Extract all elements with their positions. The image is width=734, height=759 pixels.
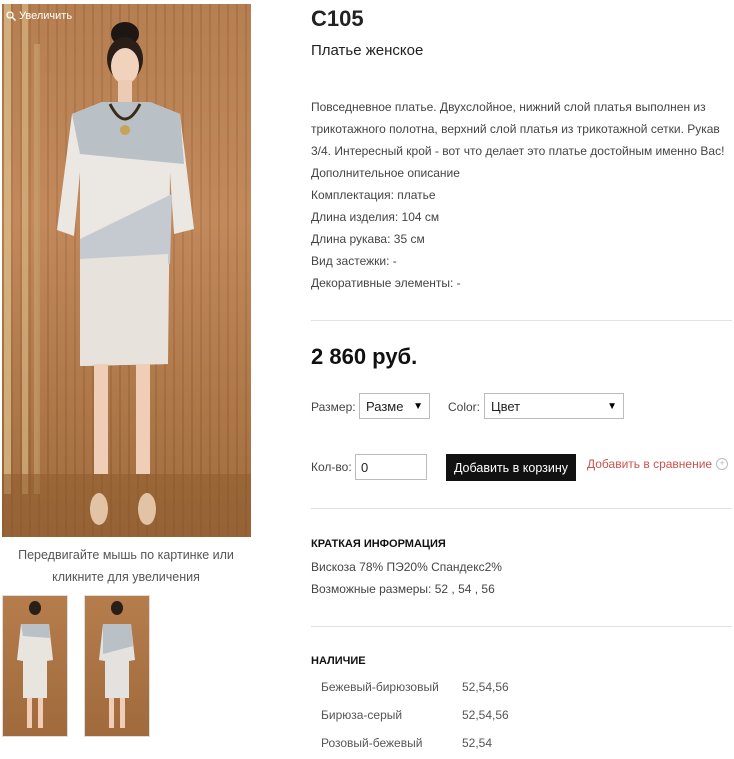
availability-sizes: 52,54 [462, 736, 493, 750]
dropdown-arrow-icon: ▼ [413, 400, 423, 412]
product-photo-illustration [2, 4, 251, 537]
availability-color: Бирюза-серый [321, 708, 403, 722]
description-line: Повседневное платье. Двухслойное, нижний… [311, 100, 706, 114]
description-line: трикотажного полотна, верхний слой плать… [311, 122, 720, 136]
divider [311, 508, 732, 509]
zoom-label: Увеличить [19, 10, 73, 22]
color-select[interactable]: Цвет ▼ [484, 393, 624, 419]
size-select-value: Разме [366, 398, 404, 414]
availability-title: НАЛИЧИЕ [311, 655, 366, 667]
divider [311, 626, 732, 627]
thumbnail-front-illustration [17, 601, 53, 728]
quantity-value: 0 [361, 459, 369, 475]
description-line: Вид застежки: - [311, 254, 397, 268]
short-info-composition: Вискоза 78% ПЭ20% Спандекс2% [311, 560, 502, 574]
product-price: 2 860 руб. [311, 344, 418, 369]
size-select[interactable]: Разме ▼ [359, 393, 430, 419]
product-name: Платье женское [311, 42, 424, 59]
size-label: Размер: [311, 400, 356, 414]
thumbnail-front[interactable] [2, 595, 68, 737]
color-select-value: Цвет [491, 398, 521, 414]
thumbnail-back[interactable] [84, 595, 150, 737]
plus-circle-icon: + [716, 458, 729, 470]
zoom-hint[interactable]: Увеличить [6, 10, 72, 22]
thumbnail-back-illustration [99, 601, 135, 728]
description-line: 3/4. Интересный крой - вот что делает эт… [311, 144, 725, 158]
description-line: Дополнительное описание [311, 166, 460, 180]
quantity-label: Кол-во: [311, 460, 352, 474]
availability-color: Бежевый-бирюзовый [321, 680, 439, 694]
add-to-compare-link[interactable]: Добавить в сравнение + [587, 457, 729, 471]
product-sku: С105 [311, 6, 364, 31]
product-description: Повседневное платье. Двухслойное, нижний… [311, 96, 733, 294]
description-line: Комплектация: платье [311, 188, 436, 202]
add-to-cart-button[interactable]: Добавить в корзину [446, 454, 576, 481]
availability-color: Розовый-бежевый [321, 736, 423, 750]
availability-sizes: 52,54,56 [462, 708, 509, 722]
short-info-sizes: Возможные размеры: 52 , 54 , 56 [311, 582, 495, 596]
product-main-image[interactable] [2, 4, 251, 537]
divider [311, 320, 732, 321]
dropdown-arrow-icon: ▼ [607, 400, 617, 412]
magnifier-icon [6, 11, 16, 21]
image-hint-line1: Передвигайте мышь по картинке или [18, 548, 234, 562]
image-hint-line2: кликните для увеличения [52, 570, 200, 584]
description-line: Декоративные элементы: - [311, 276, 461, 290]
availability-sizes: 52,54,56 [462, 680, 509, 694]
color-label: Color: [448, 400, 481, 414]
add-to-compare-label: Добавить в сравнение [587, 457, 713, 471]
description-line: Длина рукава: 35 см [311, 232, 425, 246]
description-line: Длина изделия: 104 см [311, 210, 440, 224]
short-info-title: КРАТКАЯ ИНФОРМАЦИЯ [311, 538, 446, 550]
quantity-input[interactable]: 0 [355, 454, 427, 480]
